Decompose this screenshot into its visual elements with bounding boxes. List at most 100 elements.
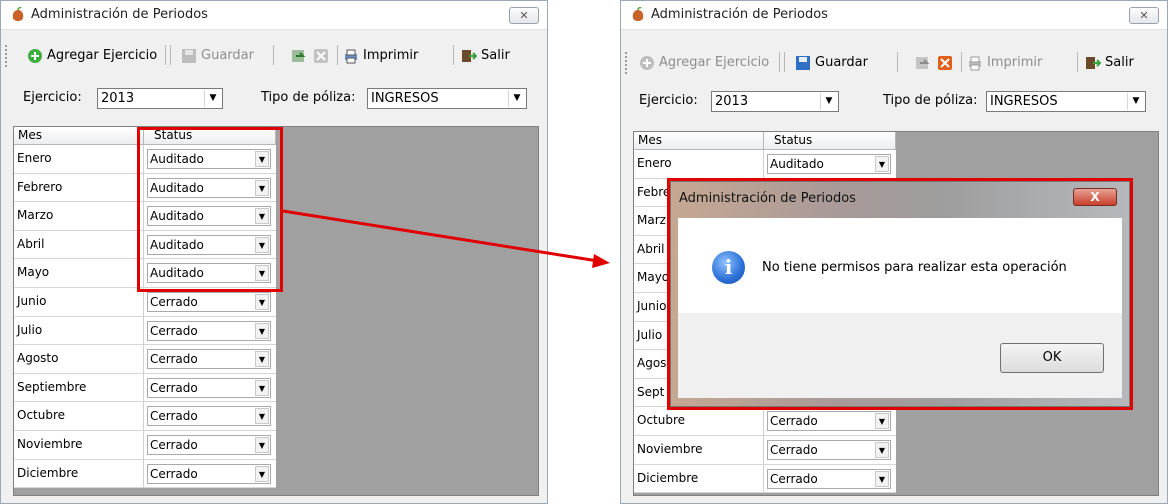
save-label: Guardar bbox=[815, 55, 868, 70]
month-cell: Diciembre bbox=[634, 464, 764, 493]
ejercicio-select[interactable]: 2013 ▼ bbox=[711, 91, 839, 112]
status-cell: Cerrado ▼ bbox=[144, 374, 276, 402]
exit-icon bbox=[1086, 56, 1101, 69]
separator bbox=[273, 45, 274, 65]
chevron-down-icon: ▼ bbox=[508, 90, 525, 107]
status-select[interactable]: Cerrado ▼ bbox=[147, 434, 271, 455]
exit-label: Salir bbox=[481, 48, 510, 63]
status-select[interactable]: Auditado ▼ bbox=[767, 154, 891, 174]
toolbar-grip bbox=[625, 52, 630, 74]
save-icon bbox=[796, 55, 810, 70]
filter-bar: Ejercicio: 2013 ▼ Tipo de póliza: INGRES… bbox=[13, 86, 535, 112]
table-row[interactable]: Noviembre Cerrado ▼ bbox=[14, 430, 276, 460]
month-cell: Julio bbox=[14, 316, 144, 345]
tipo-poliza-select[interactable]: INGRESOS ▼ bbox=[367, 88, 527, 109]
status-value: Cerrado bbox=[150, 409, 198, 424]
ejercicio-value: 2013 bbox=[101, 91, 135, 106]
title-bar: Administración de Periodos ✕ bbox=[621, 1, 1167, 30]
status-select[interactable]: Cerrado ▼ bbox=[147, 291, 271, 312]
separator bbox=[170, 45, 171, 65]
print-button[interactable]: Imprimir bbox=[967, 53, 1042, 73]
month-cell: Diciembre bbox=[14, 459, 144, 488]
status-value: Cerrado bbox=[150, 380, 198, 395]
month-cell: Mayo bbox=[14, 259, 144, 287]
status-select[interactable]: Cerrado ▼ bbox=[147, 377, 271, 398]
save-button[interactable]: Guardar bbox=[795, 53, 868, 73]
table-row[interactable]: Octubre Cerrado ▼ bbox=[634, 407, 896, 436]
chevron-down-icon: ▼ bbox=[875, 413, 889, 430]
printer-icon bbox=[969, 56, 981, 70]
toolbar-grip bbox=[5, 45, 10, 67]
chevron-down-icon: ▼ bbox=[255, 351, 269, 368]
table-row[interactable]: Diciembre Cerrado ▼ bbox=[14, 459, 276, 489]
status-select[interactable]: Cerrado ▼ bbox=[767, 468, 891, 489]
print-label: Imprimir bbox=[363, 48, 419, 63]
status-cell: Cerrado ▼ bbox=[144, 460, 276, 488]
month-cell: Noviembre bbox=[14, 430, 144, 459]
status-select[interactable]: Cerrado ▼ bbox=[147, 406, 271, 427]
separator bbox=[337, 45, 338, 65]
tipo-poliza-value: INGRESOS bbox=[990, 94, 1058, 109]
delete-button[interactable] bbox=[937, 53, 957, 73]
window-title: Administración de Periodos bbox=[651, 7, 828, 22]
table-row[interactable]: Septiembre Cerrado ▼ bbox=[14, 373, 276, 403]
table-row[interactable]: Enero Auditado ▼ bbox=[634, 150, 896, 179]
table-row[interactable]: Octubre Cerrado ▼ bbox=[14, 402, 276, 431]
ejercicio-select[interactable]: 2013 ▼ bbox=[97, 88, 223, 109]
refresh-button[interactable] bbox=[291, 46, 311, 66]
dialog-highlight-box bbox=[667, 178, 1133, 410]
table-row[interactable]: Diciembre Cerrado ▼ bbox=[634, 464, 896, 494]
status-cell: Cerrado ▼ bbox=[144, 402, 276, 430]
status-cell: Cerrado ▼ bbox=[144, 345, 276, 373]
chevron-down-icon: ▼ bbox=[255, 436, 269, 453]
table-row[interactable]: Junio Cerrado ▼ bbox=[14, 287, 276, 317]
exit-button[interactable]: Salir bbox=[461, 46, 510, 66]
status-select[interactable]: Cerrado ▼ bbox=[147, 349, 271, 370]
table-row[interactable]: Agosto Cerrado ▼ bbox=[14, 345, 276, 374]
status-select[interactable]: Cerrado ▼ bbox=[147, 320, 271, 341]
add-exercise-label: Agregar Ejercicio bbox=[47, 48, 158, 63]
chevron-down-icon: ▼ bbox=[255, 293, 269, 310]
print-button[interactable]: Imprimir bbox=[343, 46, 418, 66]
chevron-down-icon: ▼ bbox=[204, 90, 221, 107]
add-exercise-button[interactable]: Agregar Ejercicio bbox=[639, 53, 769, 73]
status-select[interactable]: Cerrado ▼ bbox=[767, 439, 891, 460]
save-icon bbox=[182, 48, 196, 63]
table-row[interactable]: Julio Cerrado ▼ bbox=[14, 316, 276, 346]
separator bbox=[961, 52, 962, 72]
separator bbox=[779, 52, 780, 72]
ejercicio-label: Ejercicio: bbox=[23, 90, 82, 105]
status-value: Cerrado bbox=[150, 466, 198, 481]
window-title: Administración de Periodos bbox=[31, 7, 208, 22]
app-icon bbox=[632, 7, 644, 21]
status-select[interactable]: Cerrado ▼ bbox=[147, 463, 271, 484]
add-exercise-button[interactable]: Agregar Ejercicio bbox=[27, 46, 157, 66]
save-button[interactable]: Guardar bbox=[181, 46, 254, 66]
status-select[interactable]: Cerrado ▼ bbox=[767, 411, 891, 432]
refresh-button[interactable] bbox=[915, 53, 935, 73]
chevron-down-icon: ▼ bbox=[875, 441, 889, 458]
close-button[interactable]: ✕ bbox=[1129, 7, 1159, 24]
month-cell: Enero bbox=[14, 145, 144, 173]
column-header-status: Status bbox=[764, 132, 896, 149]
refresh-icon bbox=[292, 49, 306, 62]
delete-button[interactable] bbox=[313, 46, 333, 66]
status-value: Cerrado bbox=[770, 471, 818, 486]
delete-icon bbox=[938, 55, 952, 70]
status-highlight-box bbox=[137, 127, 283, 292]
month-cell: Noviembre bbox=[634, 435, 764, 464]
close-button[interactable]: ✕ bbox=[509, 7, 539, 24]
month-cell: Septiembre bbox=[14, 373, 144, 402]
chevron-down-icon: ▼ bbox=[255, 379, 269, 396]
tipo-poliza-select[interactable]: INGRESOS ▼ bbox=[986, 91, 1146, 112]
month-cell: Febrero bbox=[14, 173, 144, 202]
add-icon bbox=[640, 55, 654, 70]
exit-button[interactable]: Salir bbox=[1085, 53, 1134, 73]
separator bbox=[784, 52, 785, 72]
printer-icon bbox=[345, 49, 357, 63]
status-cell: Cerrado ▼ bbox=[764, 465, 896, 493]
column-header-mes: Mes bbox=[14, 127, 144, 144]
status-cell: Cerrado ▼ bbox=[764, 436, 896, 464]
table-row[interactable]: Noviembre Cerrado ▼ bbox=[634, 435, 896, 465]
app-icon bbox=[12, 7, 24, 21]
